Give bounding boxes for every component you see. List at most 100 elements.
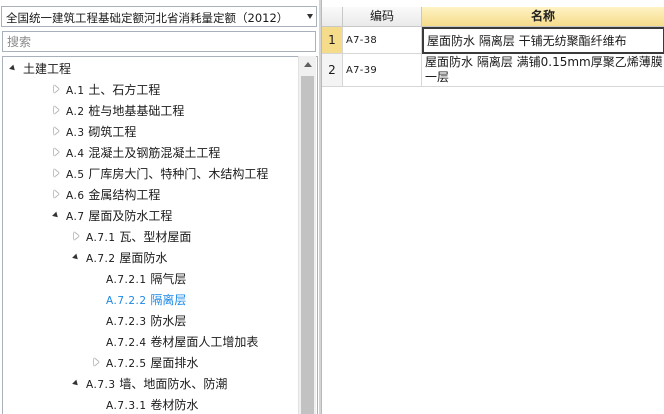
- tree-item-label: A.3 砌筑工程: [66, 123, 136, 140]
- collapsed-arrow-icon[interactable]: [52, 100, 62, 121]
- tree-item-text: 屋面防水: [119, 251, 168, 265]
- tree-item-text: 土、石方工程: [88, 83, 161, 97]
- row-number-cell[interactable]: 1: [322, 27, 343, 54]
- tree-item-code: A.4: [66, 148, 85, 160]
- tree-item-code: A.3: [66, 127, 85, 139]
- tree-item-code: A.7.2.2: [106, 295, 147, 307]
- tree-item-text: 屋面及防水工程: [88, 209, 173, 223]
- scrollbar-thumb[interactable]: [301, 76, 314, 414]
- tree-item-code: A.7.2.5: [106, 358, 147, 370]
- tree-item-label: A.7.2.3 防水层: [106, 312, 186, 329]
- collapsed-arrow-icon[interactable]: [52, 163, 62, 184]
- row-number-cell[interactable]: 2: [322, 54, 343, 87]
- tree-item-code: A.7.2.3: [106, 316, 147, 328]
- tree-item[interactable]: A.7.2.5 屋面排水: [3, 352, 299, 373]
- tree-item[interactable]: A.7.2.1 隔气层: [3, 268, 299, 289]
- tree-item-text: 厂库房大门、特种门、木结构工程: [88, 167, 269, 181]
- tree-item-label: A.7.2 屋面防水: [86, 249, 167, 266]
- tree-item-label: A.2 桩与地基基础工程: [66, 102, 184, 119]
- tree-item-text: 混凝土及钢筋混凝土工程: [88, 146, 221, 160]
- tree-item[interactable]: 土建工程: [3, 58, 299, 79]
- tree-item-text: 瓦、型材屋面: [119, 230, 192, 244]
- tree-item[interactable]: A.7.2 屋面防水: [3, 247, 299, 268]
- tree-item-code: A.7: [66, 211, 85, 223]
- tree-item-text: 防水层: [150, 314, 187, 328]
- tree-item-code: A.7.3: [86, 379, 116, 391]
- expanded-arrow-icon[interactable]: [52, 205, 62, 226]
- chapter-tree: 土建工程 A.1 土、石方工程 A.2 桩与地基基础工程 A.3 砌筑工程 A.4 混凝…: [2, 56, 318, 414]
- header-row-number[interactable]: [322, 7, 343, 27]
- tree-item-text: 卷材防水: [150, 398, 199, 412]
- collapsed-arrow-icon[interactable]: [92, 352, 102, 373]
- tree-item[interactable]: A.5 厂库房大门、特种门、木结构工程: [3, 163, 299, 184]
- tree-item-label: A.7.2.4 卷材屋面人工增加表: [106, 333, 258, 350]
- expanded-arrow-icon[interactable]: [72, 247, 82, 268]
- tree-item-code: A.7.2.1: [106, 274, 147, 286]
- header-name[interactable]: 名称: [422, 7, 664, 27]
- chevron-down-icon[interactable]: [307, 14, 313, 19]
- collapsed-arrow-icon[interactable]: [52, 121, 62, 142]
- left-pane: 全国统一建筑工程基础定额河北省消耗量定额（2012） 土建工程 A.1 土、石方工…: [0, 0, 319, 414]
- tree-item-code: A.7.2: [86, 253, 116, 265]
- tree-item-label: A.1 土、石方工程: [66, 81, 160, 98]
- collapsed-arrow-icon[interactable]: [52, 79, 62, 100]
- tree-item-text: 墙、地面防水、防潮: [119, 377, 228, 391]
- tree-item-label: A.7.2.1 隔气层: [106, 270, 186, 287]
- header-code[interactable]: 编码: [343, 7, 422, 27]
- quota-library-dropdown[interactable]: 全国统一建筑工程基础定额河北省消耗量定额（2012）: [1, 6, 317, 27]
- tree-item-label: A.4 混凝土及钢筋混凝土工程: [66, 144, 220, 161]
- tree-item-text: 屋面排水: [150, 356, 199, 370]
- name-cell-line: 一层: [425, 70, 450, 84]
- tree-item[interactable]: A.7.2.2 隔离层: [3, 289, 299, 310]
- name-cell[interactable]: 屋面防水 隔离层 满铺0.15mm厚聚乙烯薄膜 一层: [422, 54, 664, 87]
- tree-item[interactable]: A.1 土、石方工程: [3, 79, 299, 100]
- tree-item-code: A.7.3.1: [106, 400, 147, 412]
- tree-item-label: A.7 屋面及防水工程: [66, 207, 172, 224]
- tree-item-code: A.6: [66, 190, 85, 202]
- tree-item[interactable]: A.2 桩与地基基础工程: [3, 100, 299, 121]
- tree-item-label: 土建工程: [23, 60, 71, 77]
- tree-item-label: A.7.3 墙、地面防水、防潮: [86, 375, 227, 392]
- tree-item[interactable]: A.4 混凝土及钢筋混凝土工程: [3, 142, 299, 163]
- tree-item-text: 隔离层: [150, 293, 187, 307]
- tree-item-code: A.7.1: [86, 232, 116, 244]
- tree-item-text: 砌筑工程: [88, 125, 137, 139]
- code-cell[interactable]: A7-39: [343, 54, 422, 87]
- expanded-arrow-icon[interactable]: [72, 373, 82, 394]
- dropdown-selected-text: 全国统一建筑工程基础定额河北省消耗量定额（2012）: [6, 11, 289, 25]
- quota-grid: 编码 名称 1 A7-38 屋面防水 隔离层 干铺无纺聚酯纤维布 2 A7-39…: [321, 0, 664, 414]
- tree-item-code: A.7.2.4: [106, 337, 147, 349]
- tree-item-code: A.2: [66, 106, 85, 118]
- tree-item[interactable]: A.7.3 墙、地面防水、防潮: [3, 373, 299, 394]
- tree-item-label: A.7.1 瓦、型材屋面: [86, 228, 191, 245]
- tree-scrollbar[interactable]: [298, 56, 316, 414]
- collapsed-arrow-icon[interactable]: [72, 226, 82, 247]
- search-input[interactable]: [2, 31, 316, 52]
- tree-item-label: A.7.2.2 隔离层: [106, 291, 186, 308]
- scroll-up-arrow-icon[interactable]: [304, 62, 312, 67]
- tree-item-label: A.6 金属结构工程: [66, 186, 160, 203]
- tree-item-text: 金属结构工程: [88, 188, 161, 202]
- tree-item-code: A.5: [66, 169, 85, 181]
- tree-item-text: 桩与地基基础工程: [88, 104, 185, 118]
- tree-item[interactable]: A.7.2.3 防水层: [3, 310, 299, 331]
- tree-item-label: A.7.2.5 屋面排水: [106, 354, 198, 371]
- expanded-arrow-icon[interactable]: [9, 58, 19, 79]
- tree-item[interactable]: A.7 屋面及防水工程: [3, 205, 299, 226]
- tree-item[interactable]: A.6 金属结构工程: [3, 184, 299, 205]
- tree-item[interactable]: A.3 砌筑工程: [3, 121, 299, 142]
- tree-item-label: A.7.3.1 卷材防水: [106, 396, 198, 413]
- tree-item-text: 卷材屋面人工增加表: [150, 335, 259, 349]
- tree-item[interactable]: A.7.3.1 卷材防水: [3, 394, 299, 414]
- tree-item[interactable]: A.7.2.4 卷材屋面人工增加表: [3, 331, 299, 352]
- name-cell-active[interactable]: 屋面防水 隔离层 干铺无纺聚酯纤维布: [422, 27, 664, 54]
- collapsed-arrow-icon[interactable]: [52, 142, 62, 163]
- tree-item[interactable]: A.7.1 瓦、型材屋面: [3, 226, 299, 247]
- collapsed-arrow-icon[interactable]: [52, 184, 62, 205]
- tree-item-label: A.5 厂库房大门、特种门、木结构工程: [66, 165, 268, 182]
- name-cell-line: 屋面防水 隔离层 满铺0.15mm厚聚乙烯薄膜: [425, 55, 663, 69]
- code-cell[interactable]: A7-38: [343, 27, 422, 54]
- tree-item-code: A.1: [66, 85, 85, 97]
- tree-item-text: 隔气层: [150, 272, 187, 286]
- tree-item-text: 土建工程: [23, 62, 72, 76]
